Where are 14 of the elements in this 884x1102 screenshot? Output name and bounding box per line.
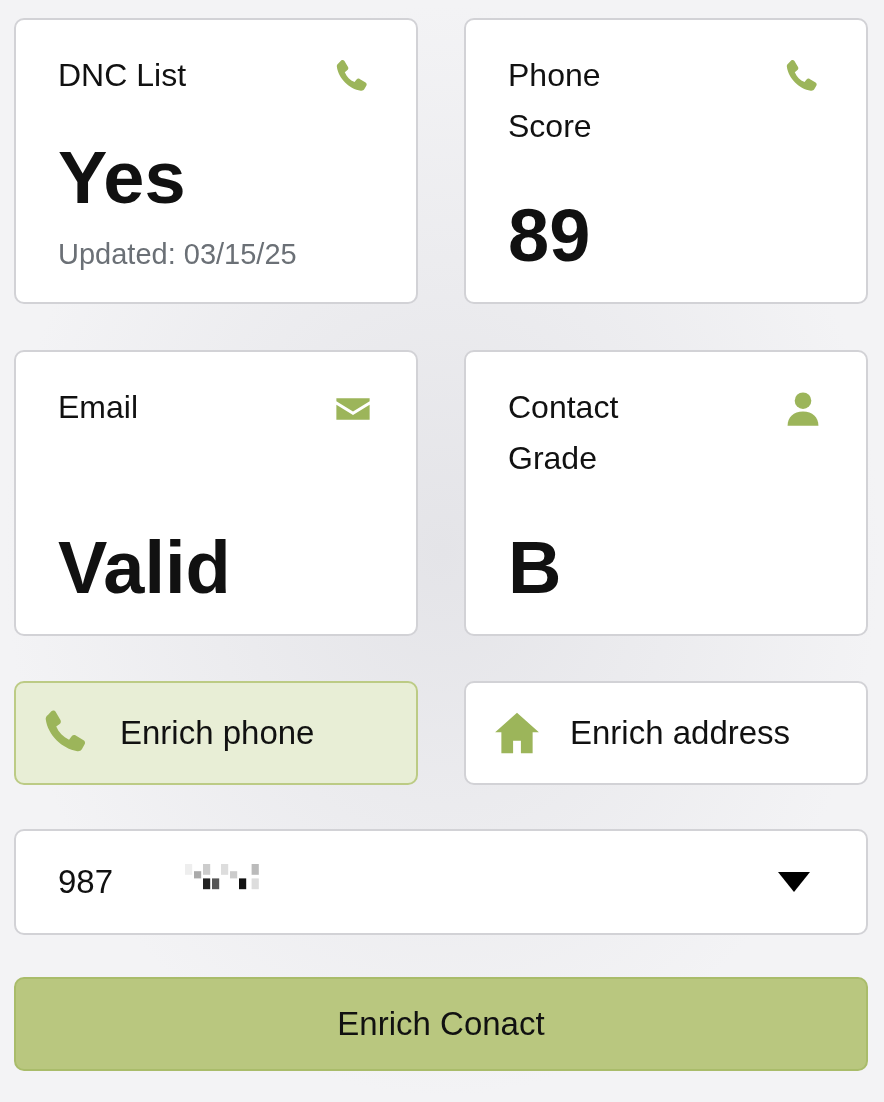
card-label: DNC List: [58, 56, 186, 95]
card-label: Phone Score: [508, 56, 602, 147]
card-value: 89: [508, 194, 592, 276]
phone-select[interactable]: 987: [14, 829, 868, 935]
caret-icon: [778, 872, 810, 892]
enrich-option-button[interactable]: Enrich phone: [14, 681, 418, 785]
updated-note: Updated: 03/15/25: [58, 236, 298, 272]
card-value: B: [508, 526, 563, 608]
card-value: Yes: [58, 137, 187, 219]
enrich-option-button[interactable]: Enrich address: [464, 681, 868, 785]
card-label: Contact Grade: [508, 388, 620, 479]
submit-button[interactable]: Enrich Conact: [14, 977, 868, 1071]
card-label: Email: [58, 388, 138, 427]
card-value: Valid: [58, 526, 232, 608]
